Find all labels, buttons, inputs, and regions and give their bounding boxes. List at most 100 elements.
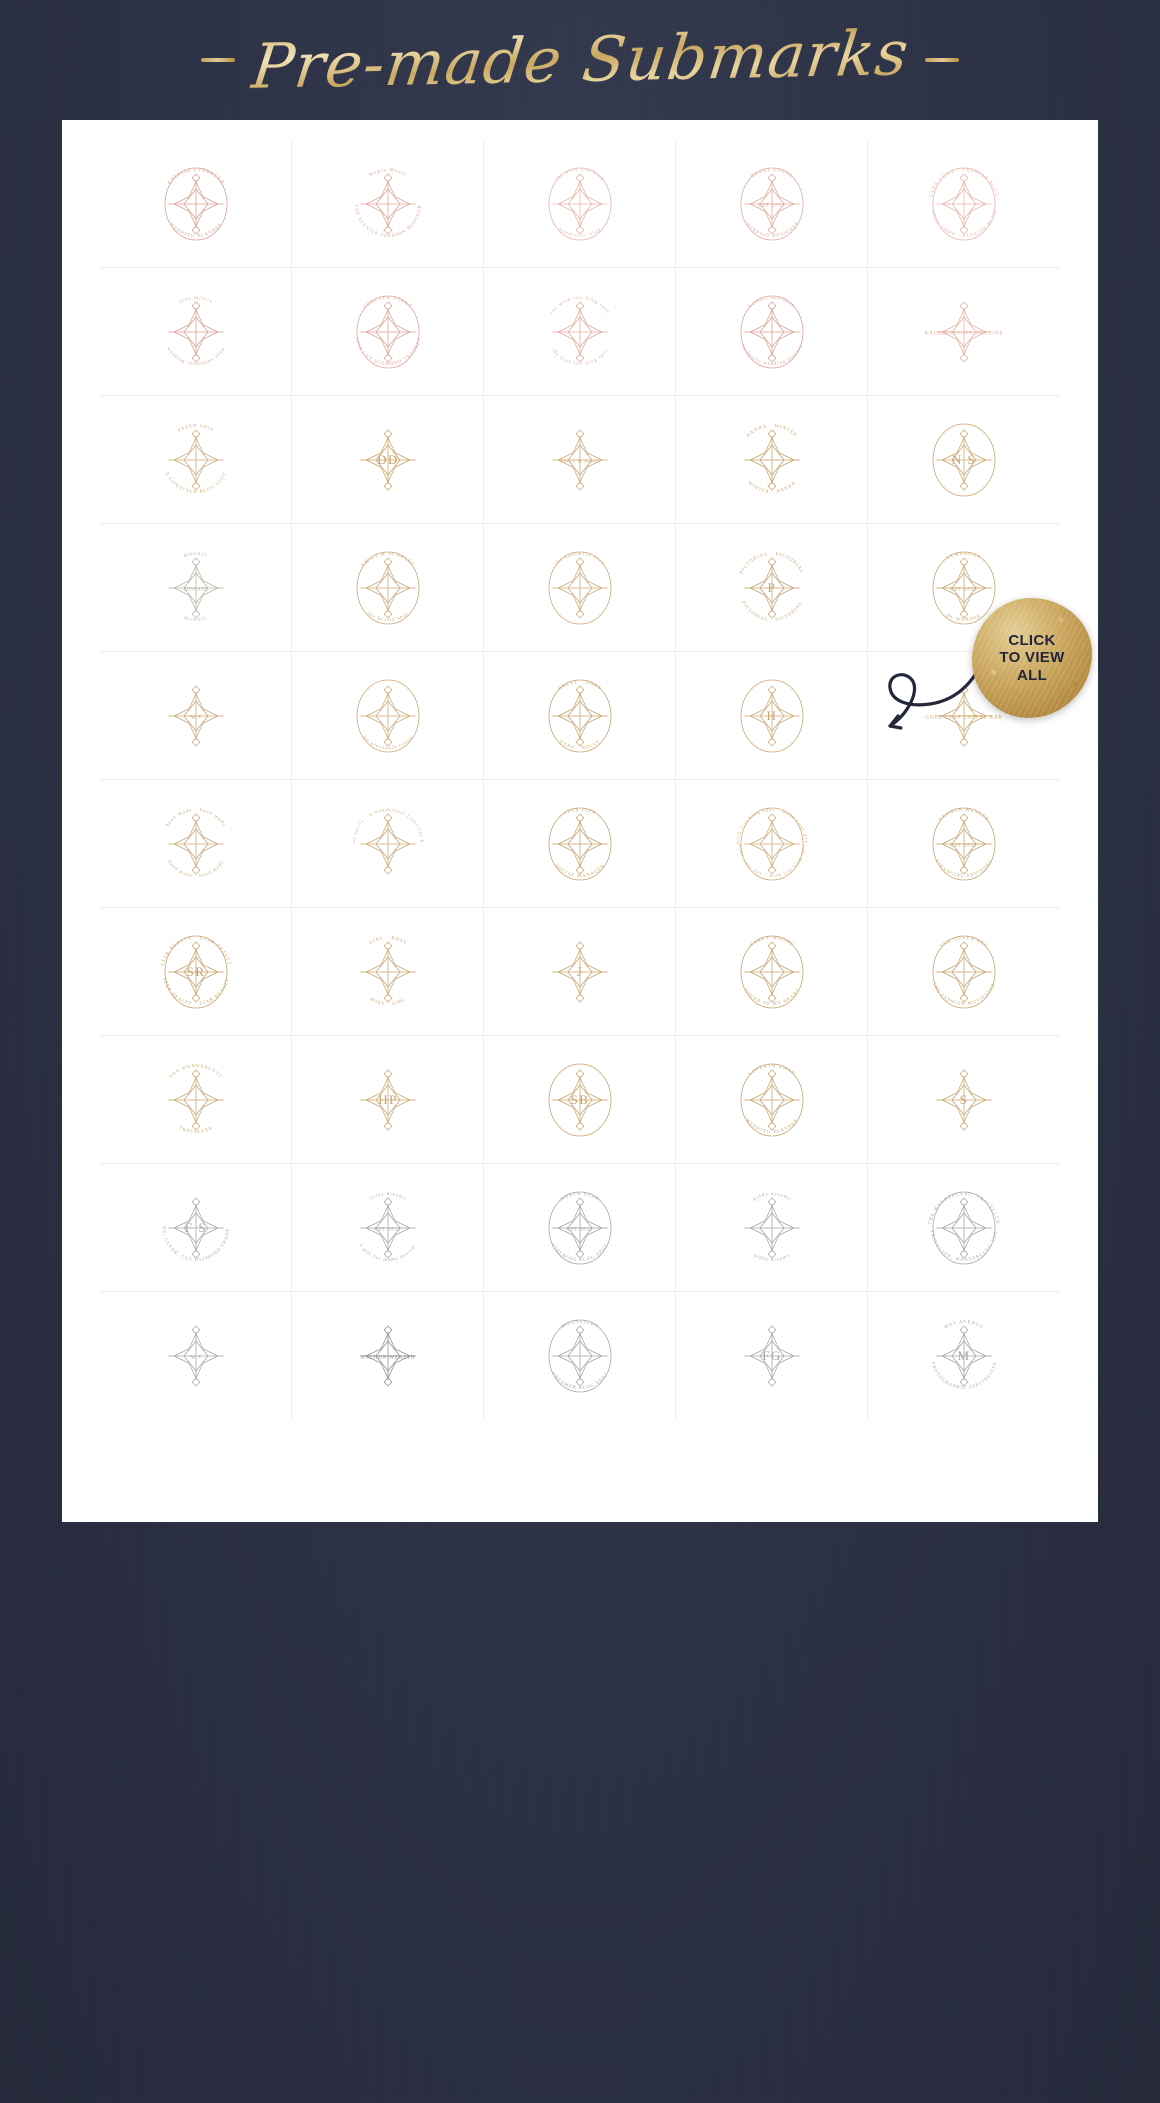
logo-cell-star-realty-monogram[interactable]: STAR REALTY · STAR REALTY STAR REALTY · S… — [100, 908, 292, 1036]
logo-cell-hp-monogram-octagon[interactable]: HP — [292, 1036, 484, 1164]
logo-s-monogram-leaf-diamond: S — [936, 1068, 992, 1131]
logo-cell-dreamcatcher-wanderlust[interactable]: never settle · a wanderlust traveller bl… — [292, 780, 484, 908]
logo-hanna-winter: HANNA · WINTERWINTER · HANNA — [743, 422, 800, 494]
svg-text:MOONLIGHT: MOONLIGHT — [560, 1319, 600, 1329]
logo-center-text: P — [767, 580, 776, 595]
logo-cell-katniss-everdeen-exclusive-wedding-planner[interactable]: katniss everdeen exclusive wedding planne… — [676, 268, 868, 396]
logo-cell-fs-fine-clear-cut-diamond-traders[interactable]: FINE, CLEAR, CUT DIAMOND TRADERSF S — [100, 1164, 292, 1292]
logo-cell-the-wanderlust-traveller[interactable]: THE WANDERLUST TRAVELLER — [100, 1036, 292, 1164]
svg-text:BOSS · GIRL: BOSS · GIRL — [369, 996, 406, 1006]
logo-center-text: EST 2017 — [758, 202, 785, 208]
logo-cell-north-star-girlboss-blog-spot[interactable]: NORTH STAR GIRLBOSS BLOG SPOT EST 2017 — [484, 1164, 676, 1292]
logo-may-avenue-photography: MAY AVENUEPHOTOGRAPHIC SPECIALISTSM — [931, 1319, 997, 1390]
logo-cell-dd-monogram-antlers[interactable]: DD — [292, 396, 484, 524]
logo-dd-monogram-antlers: DD — [359, 428, 416, 491]
logo-cell-sara-lowe-fashion-blog[interactable]: SARA LOWE · FASHION BLOG SARA LOWE · FASH… — [868, 140, 1060, 268]
svg-text:TRAVELLER: TRAVELLER — [178, 1124, 213, 1133]
logo-cell-carey-moore-sound-of-my-heart[interactable]: CAREY MOORE SOUND OF MY HEART — [676, 908, 868, 1036]
svg-text:MOSAIC: MOSAIC — [183, 615, 208, 622]
logo-center-text: J — [576, 964, 583, 979]
logo-cell-m-s-arrows-grey[interactable]: M S — [100, 1292, 292, 1420]
svg-text:NORTH STAR: NORTH STAR — [559, 1190, 600, 1200]
logo-cell-girl-boss[interactable]: GIRL · BOSS BOSS · GIRL — [292, 908, 484, 1036]
title-dash-left — [200, 58, 235, 62]
logo-cell-anchor-wealth-financial-advisors[interactable]: ANCHOR WEALTH FINANCIAL ADVISORS EST 2017 — [868, 780, 1060, 908]
logo-sb-monogram-hexagon: SB — [548, 1063, 611, 1136]
logo-cell-sb-monogram-hexagon[interactable]: SB — [484, 1036, 676, 1164]
logo-cell-holly-oaks-cross[interactable]: HOLLY · OAKS OAKS · HOLLY — [484, 652, 676, 780]
logo-wish-list-blog-spot-burst: wish list blog spot · make your daymake … — [734, 806, 807, 880]
title-dash-right — [925, 58, 960, 62]
logo-center-text: DD — [377, 452, 399, 467]
logo-cell-emily-and-scarlet-beauty-spot[interactable]: EMILY & SCARLET the beauty spot — [292, 524, 484, 652]
logo-cell-seventh-swan-wedding-planner[interactable]: SEVENTH SWAN WEDDING PLANNER — [676, 1036, 868, 1164]
logo-m-s-arrows-grey: M S — [167, 1325, 224, 1387]
logo-cell-j-monogram-frame[interactable]: J — [484, 908, 676, 1036]
logo-moonlight-dreamer-blog-spot: MOONLIGHTDREAMER BLOG SPOT — [548, 1319, 611, 1393]
logo-anchor-wealth-diamond: ANCHOR WEALTH — [359, 1325, 416, 1387]
logo-star-realty-monogram: STAR REALTY · STAR REALTYSTAR REALTY · S… — [159, 934, 231, 1008]
logo-cell-fg-monogram-hexagon[interactable]: FG — [676, 1292, 868, 1420]
logo-center-text: F S — [184, 1220, 206, 1235]
logo-pictorial-p-monogram: PICTORIAL · PICTORIALPICTORIAL · PICTORI… — [738, 550, 804, 621]
logo-center-text: MOSAIC — [183, 586, 208, 592]
logo-cell-m-s-arrow-monogram[interactable]: M S — [100, 652, 292, 780]
logo-center-text: M S — [190, 1355, 201, 1361]
logo-center-text: EST 2017 — [566, 1226, 593, 1232]
logo-cell-the-wish-list-blog-spot-arrow[interactable]: the wish list blog wanderlust blog — [484, 140, 676, 268]
svg-text:giddy dreams: giddy dreams — [753, 1252, 790, 1262]
logo-cell-origami-bird-diamond[interactable]: hand made · hand made hand made · hand ma… — [100, 780, 292, 908]
logo-cell-may-avenue-photography[interactable]: MAY AVENUE PHOTOGRAPHIC SPECIALISTS M — [868, 1292, 1060, 1420]
logo-center-text: S — [960, 1092, 969, 1107]
logo-anchor-wealth-financial-advisors: ANCHOR WEALTHFINANCIAL ADVISORSEST 2017 — [932, 806, 996, 880]
logo-cell-s-monogram-leaf-diamond[interactable]: S — [868, 1036, 1060, 1164]
page-header: Pre-made Submarks — [0, 0, 1160, 120]
logo-cell-giddy-dreams-dreamcatcher[interactable]: giddy dreams giddy dreams — [676, 1164, 868, 1292]
logo-megan-moore-elusive-fashion-blogger: Megan MooreTHE ELUSIVE FASHION BLOGGER — [353, 166, 420, 237]
logo-center-text: SR — [186, 964, 205, 979]
logo-cell-the-bohemian-blog-eye[interactable]: the bohemian blog — [484, 524, 676, 652]
logo-the-wanderlust-traveller: THE WANDERLUSTTRAVELLER — [167, 1062, 224, 1134]
logo-cell-my-pineapple-crown[interactable]: my pineapple crown — [292, 652, 484, 780]
click-to-view-all-badge[interactable]: CLICK TO VIEW ALL — [888, 598, 1092, 730]
logo-center-text: FG — [762, 1348, 782, 1363]
logo-center-text: KALEIDOSCOPE SKYLINE — [925, 330, 1004, 336]
svg-text:HEART STONE: HEART STONE — [749, 166, 794, 178]
logo-giddy-dreams-dreamcatcher: giddy dreams giddy dreams — [743, 1190, 800, 1262]
logo-cell-the-queen-bee-fashion-motivator[interactable]: THE QUEEN BEE THE FASHION MOTIVATOR — [868, 908, 1060, 1036]
logo-my-pineapple-crown: my pineapple crown — [356, 679, 419, 752]
logo-daisy-and-hazel: daisy & hazel — [551, 428, 608, 491]
logo-cell-wish-list-blog-spot-burst[interactable]: wish list blog spot · make your day make … — [676, 780, 868, 908]
logo-katniss-everdeen-wedding-planner: KATNISS EVERDEENWEDDING PLANNER — [164, 166, 227, 240]
logo-forever-stone-fine-cut-diamond-traders: FOREVER STONEFINE CUT DIAMOND TRADERS — [354, 294, 420, 368]
logo-cell-mosaic-square[interactable]: MOSAIC MOSAIC MOSAIC — [100, 524, 292, 652]
logo-cell-little-dreams-kids-shop[interactable]: little dreams a gift for mama dearest EST … — [292, 1164, 484, 1292]
logo-carey-moore-sound-of-my-heart: CAREY MOORESOUND OF MY HEART — [740, 934, 803, 1008]
logo-cell-ns-compass-monogram[interactable]: N S — [868, 396, 1060, 524]
logo-center-text: N S — [952, 452, 976, 467]
logo-cell-daisy-and-hazel[interactable]: daisy & hazel — [484, 396, 676, 524]
logo-cell-anchor-wealth-diamond[interactable]: ANCHOR WEALTH — [292, 1292, 484, 1420]
logo-center-text: H — [766, 708, 777, 723]
logo-cell-paper-ship-lifestyle-blog-spot[interactable]: PAPER SHIP A LIFESTYLE BLOG SPOT — [100, 396, 292, 524]
logo-cell-star-lite-social-manager[interactable]: STAR LITE SOCIAL MANAGER — [484, 780, 676, 908]
logo-cell-heart-stone-interior-designer[interactable]: HEART STONE INTERIOR DESIGNER EST 2017 — [676, 140, 868, 268]
logo-the-wanderlust-traveller-moon: THE WANDERLUST, TRAVELLERTRAVELLER, WAND… — [927, 1190, 1000, 1264]
logo-cell-moonlight-dreamer-blog-spot[interactable]: MOONLIGHT DREAMER BLOG SPOT — [484, 1292, 676, 1420]
logo-cell-pictorial-p-monogram[interactable]: PICTORIAL · PICTORIAL PICTORIAL · PICTORI… — [676, 524, 868, 652]
logo-grid: KATNISS EVERDEEN WEDDING PLANNER Megan Moo… — [100, 140, 1060, 1420]
logo-cell-kaleidoscope-skyline[interactable]: KALEIDOSCOPE SKYLINE — [868, 268, 1060, 396]
logo-holly-oaks-cross: HOLLY · OAKS OAKS · HOLLY — [548, 678, 611, 752]
logo-cell-hanna-winter[interactable]: HANNA · WINTER WINTER · HANNA — [676, 396, 868, 524]
logo-cell-h-monogram-wreath[interactable]: H — [676, 652, 868, 780]
logo-cell-forever-stone-fine-cut-diamond-traders[interactable]: FOREVER STONE FINE CUT DIAMOND TRADERS — [292, 268, 484, 396]
logo-center-text: daisy & hazel — [560, 458, 599, 464]
logo-cell-the-wanderlust-traveller-moon[interactable]: THE WANDERLUST, TRAVELLER TRAVELLER, WAND… — [868, 1164, 1060, 1292]
logo-cell-megan-moore-elusive-fashion-blogger[interactable]: Megan Moore THE ELUSIVE FASHION BLOGGER — [292, 140, 484, 268]
logo-girl-boss: GIRL · BOSS BOSS · GIRL — [359, 934, 416, 1006]
logo-center-text: M S — [190, 714, 201, 720]
logo-cell-katniss-everdeen-wedding-planner[interactable]: KATNISS EVERDEEN WEDDING PLANNER — [100, 140, 292, 268]
logo-center-text: EST 2017 — [374, 1226, 401, 1232]
logo-cell-love-letters-wedding-invitation-shop[interactable]: love letters wedding invitation shop — [100, 268, 292, 396]
logo-cell-the-wish-list-blog-spot-gem[interactable]: the wish list blog spot the wish list blo… — [484, 268, 676, 396]
